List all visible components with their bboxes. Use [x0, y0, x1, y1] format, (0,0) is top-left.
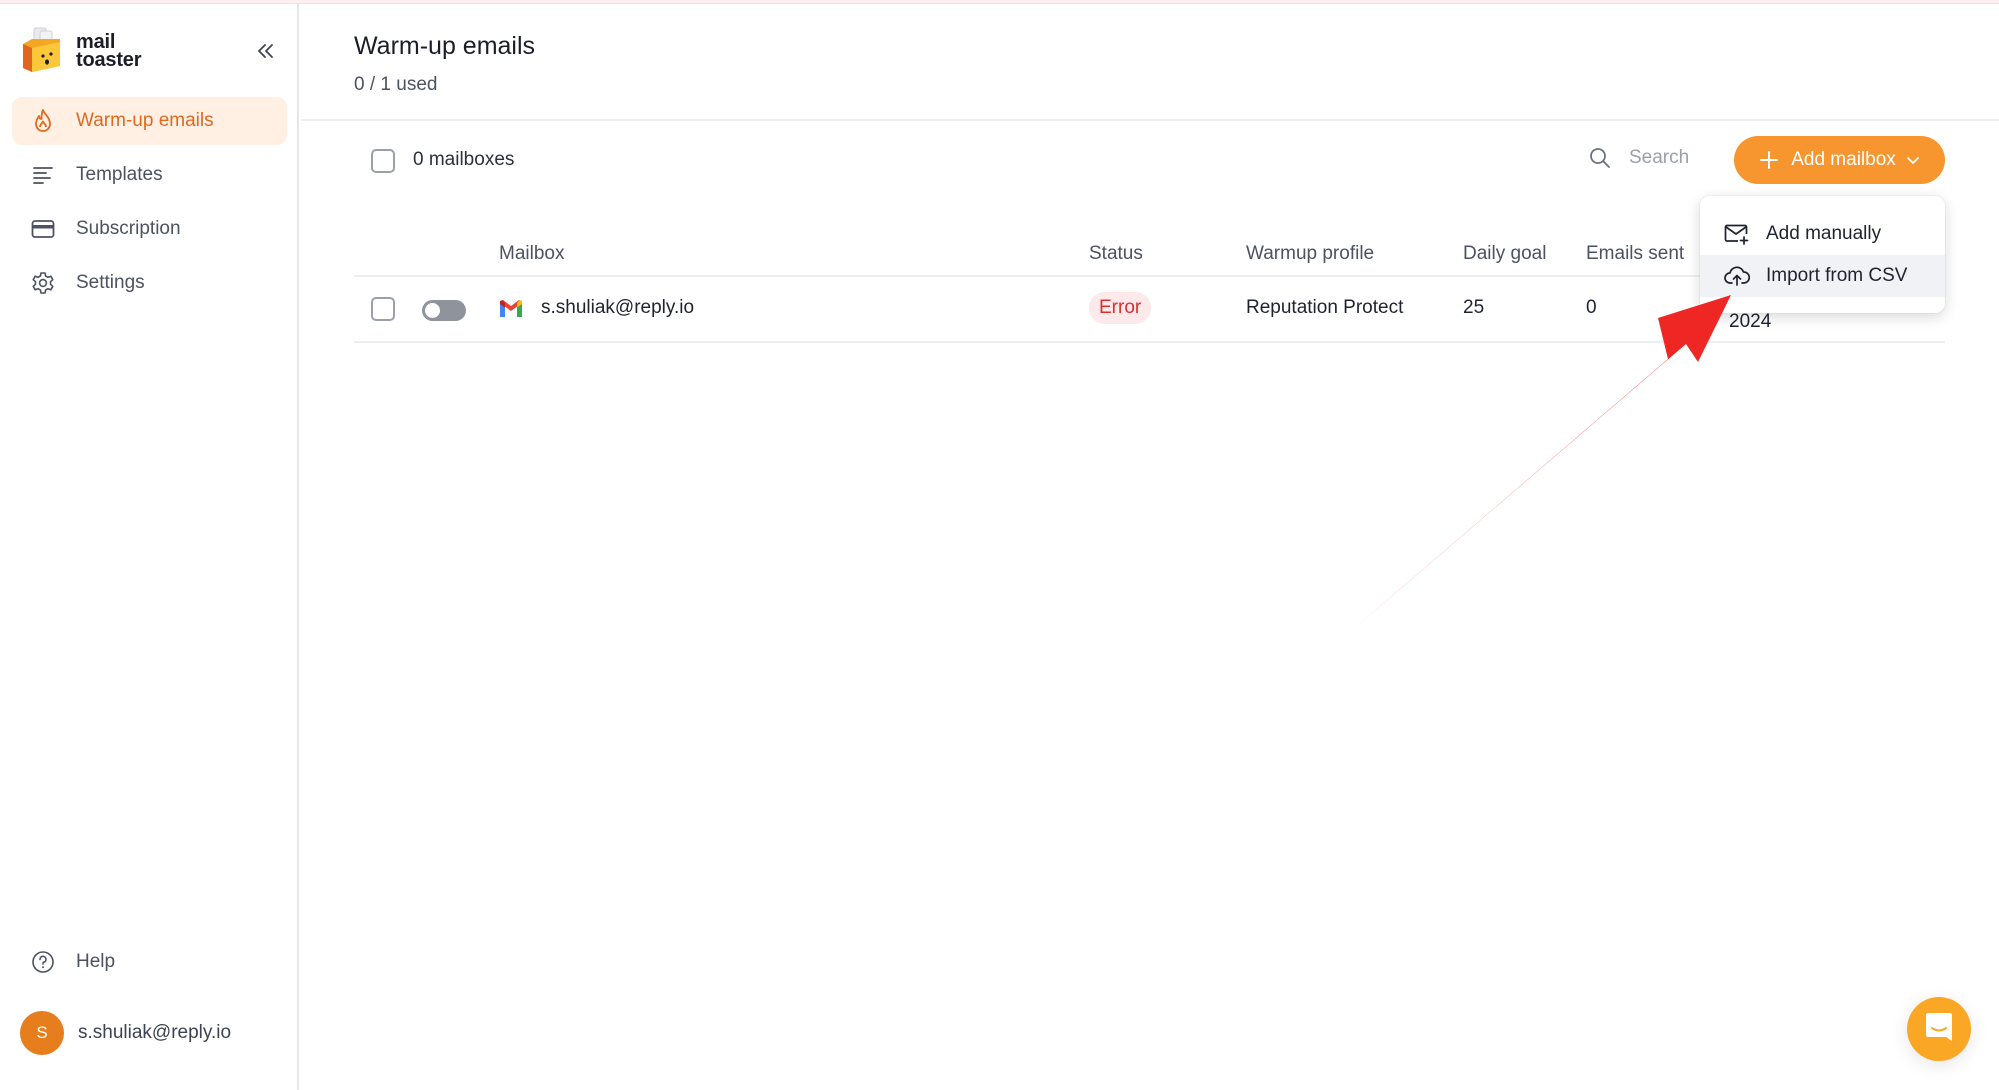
add-mailbox-dropdown: Add manually Import from CSV	[1700, 196, 1945, 313]
brand-name: mail toaster	[76, 32, 142, 71]
daily-goal-cell: 25	[1463, 297, 1485, 318]
usage-count: 0 / 1 used	[354, 74, 438, 95]
sidebar-nav: Warm-up emails Templates Subscription Se…	[12, 97, 287, 313]
chat-launcher-button[interactable]	[1907, 997, 1971, 1061]
chat-bubble-icon	[1924, 1011, 1954, 1048]
avatar: S	[20, 1011, 64, 1055]
add-manually-label: Add manually	[1766, 223, 1882, 244]
main-content: Warm-up emails 0 / 1 used 0 mailboxes Ad…	[301, 4, 1999, 1090]
gmail-icon	[499, 299, 523, 319]
text-lines-icon	[30, 162, 56, 188]
sidebar-item-warm-up-emails[interactable]: Warm-up emails	[12, 97, 287, 145]
brand-line-2: toaster	[76, 49, 142, 71]
mail-plus-icon	[1724, 221, 1750, 247]
search-icon	[1587, 145, 1613, 171]
header-divider	[301, 119, 1999, 121]
sidebar-item-label: Subscription	[76, 218, 181, 239]
column-header-emails-sent[interactable]: Emails sent	[1586, 243, 1684, 265]
collapse-sidebar-button[interactable]	[253, 40, 279, 66]
help-label: Help	[76, 951, 116, 972]
sidebar-item-label: Settings	[76, 272, 145, 293]
plus-icon	[1759, 150, 1779, 170]
status-badge: Error	[1089, 292, 1152, 324]
flame-icon	[30, 108, 56, 134]
chevron-down-icon	[1906, 155, 1920, 165]
select-all-checkbox[interactable]	[371, 149, 395, 173]
sidebar-item-templates[interactable]: Templates	[12, 151, 287, 199]
warmup-profile-cell: Reputation Protect	[1246, 297, 1404, 318]
import-from-csv-label: Import from CSV	[1766, 265, 1908, 286]
credit-card-icon	[30, 216, 56, 242]
sidebar-item-label: Warm-up emails	[76, 110, 214, 131]
gear-icon	[30, 270, 56, 296]
add-mailbox-button[interactable]: Add mailbox	[1734, 136, 1945, 184]
search-box[interactable]	[1587, 145, 1719, 171]
help-circle-icon	[30, 949, 56, 975]
add-mailbox-label: Add mailbox	[1791, 149, 1896, 170]
column-header-mailbox[interactable]: Mailbox	[499, 243, 564, 265]
warmup-toggle[interactable]	[422, 300, 466, 321]
emails-sent-cell: 0	[1586, 297, 1597, 318]
cloud-upload-icon	[1724, 263, 1750, 289]
user-email: s.shuliak@reply.io	[78, 1022, 232, 1043]
select-all-container	[371, 149, 395, 178]
user-menu[interactable]: S s.shuliak@reply.io	[20, 1011, 231, 1055]
add-manually-option[interactable]: Add manually	[1700, 213, 1945, 255]
mailbox-email[interactable]: s.shuliak@reply.io	[541, 297, 694, 319]
sidebar: mail toaster Warm-up emails Templates Su…	[0, 4, 299, 1090]
toaster-logo-icon	[20, 26, 64, 76]
sidebar-item-label: Templates	[76, 164, 163, 185]
column-header-status[interactable]: Status	[1089, 243, 1143, 265]
date-cell-partial: 2024	[1729, 311, 1772, 332]
help-link[interactable]: Help	[30, 949, 115, 975]
toggle-knob	[425, 303, 440, 318]
page-title: Warm-up emails	[354, 32, 536, 60]
sidebar-item-settings[interactable]: Settings	[12, 259, 287, 307]
sidebar-item-subscription[interactable]: Subscription	[12, 205, 287, 253]
import-from-csv-option[interactable]: Import from CSV	[1700, 255, 1945, 297]
logo[interactable]: mail toaster	[20, 26, 141, 76]
column-header-warmup-profile[interactable]: Warmup profile	[1246, 243, 1374, 265]
double-chevron-left-icon	[256, 43, 276, 64]
column-header-daily-goal[interactable]: Daily goal	[1463, 243, 1546, 265]
search-input[interactable]	[1629, 147, 1719, 169]
selected-mailbox-count: 0 mailboxes	[413, 149, 515, 170]
row-checkbox[interactable]	[371, 297, 395, 321]
